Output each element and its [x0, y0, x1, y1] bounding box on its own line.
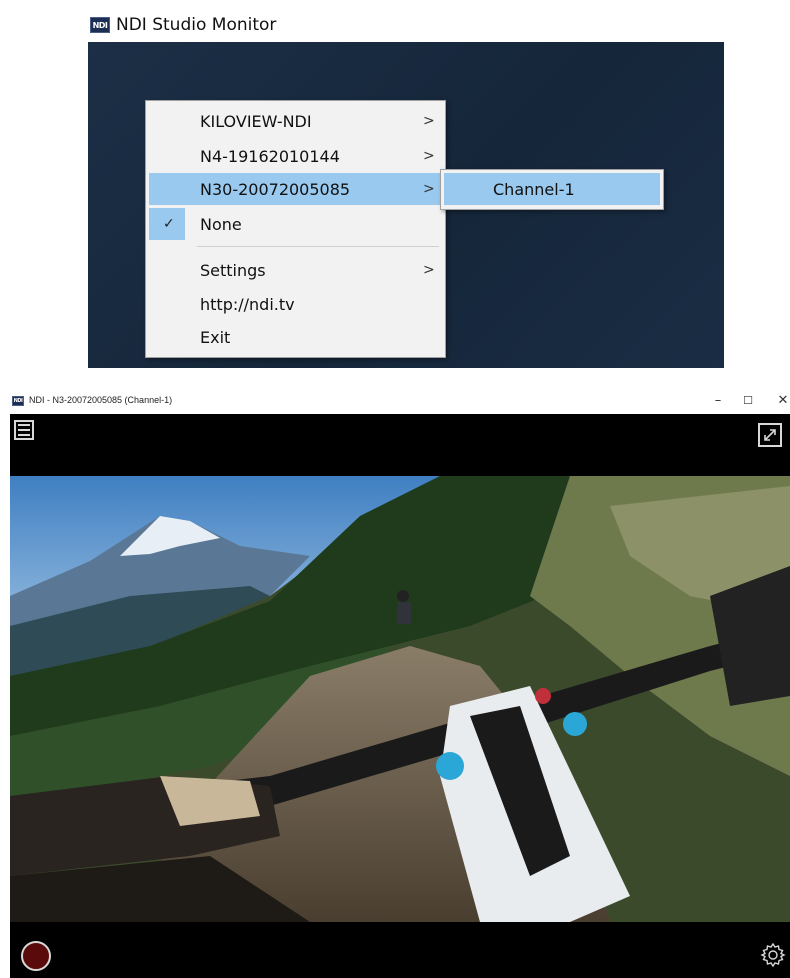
menu-item-label: KILOVIEW-NDI [200, 111, 312, 131]
window-title: NDI - N3-20072005085 (Channel-1) [29, 395, 173, 405]
menu-item-label: N4-19162010144 [200, 146, 340, 166]
hamburger-menu-icon[interactable] [14, 420, 34, 440]
menu-separator [197, 246, 439, 247]
checkmark-icon: ✓ [163, 216, 175, 232]
channel-submenu: Channel-1 [440, 169, 664, 210]
window-title: NDI Studio Monitor [116, 15, 277, 35]
menu-item-settings[interactable]: Settings > [149, 254, 442, 286]
menu-item-n30[interactable]: N30-20072005085 > [149, 173, 442, 205]
gear-icon[interactable] [760, 942, 786, 968]
fullscreen-icon[interactable] [758, 423, 782, 447]
video-top-bar [10, 414, 790, 476]
chevron-right-icon: > [423, 262, 435, 278]
menu-item-n4[interactable]: N4-19162010144 > [149, 140, 442, 172]
menu-item-exit[interactable]: Exit [149, 321, 442, 353]
minimize-button[interactable]: – [707, 390, 729, 410]
video-feed[interactable] [10, 476, 790, 922]
menu-item-kiloview-ndi[interactable]: KILOVIEW-NDI > [149, 105, 442, 137]
menu-item-none[interactable]: ✓ None [149, 208, 442, 240]
submenu-item-channel-1[interactable]: Channel-1 [444, 173, 660, 205]
menu-item-label: Settings [200, 260, 266, 280]
menu-item-label: http://ndi.tv [200, 294, 295, 314]
ndi-logo-icon: NDI [90, 17, 110, 33]
chevron-right-icon: > [423, 148, 435, 164]
menu-item-label: N30-20072005085 [200, 179, 351, 199]
menu-item-ndi-link[interactable]: http://ndi.tv [149, 288, 442, 320]
record-icon[interactable] [21, 941, 51, 971]
chevron-right-icon: > [423, 113, 435, 129]
studio-monitor-title-bar: NDI NDI Studio Monitor [90, 14, 276, 36]
source-context-menu: KILOVIEW-NDI > N4-19162010144 > N30-2007… [145, 100, 446, 358]
monitor-window-title-bar: NDI NDI - N3-20072005085 (Channel-1) – ☐… [10, 388, 790, 414]
video-bottom-bar [10, 922, 790, 978]
submenu-item-label: Channel-1 [493, 179, 575, 199]
menu-item-label: None [200, 214, 242, 234]
chevron-right-icon: > [423, 181, 435, 197]
mountain-bike-scene [10, 476, 790, 922]
close-button[interactable]: ✕ [772, 390, 790, 410]
maximize-button[interactable]: ☐ [737, 390, 759, 410]
menu-item-label: Exit [200, 327, 231, 347]
ndi-logo-icon: NDI [12, 396, 24, 406]
